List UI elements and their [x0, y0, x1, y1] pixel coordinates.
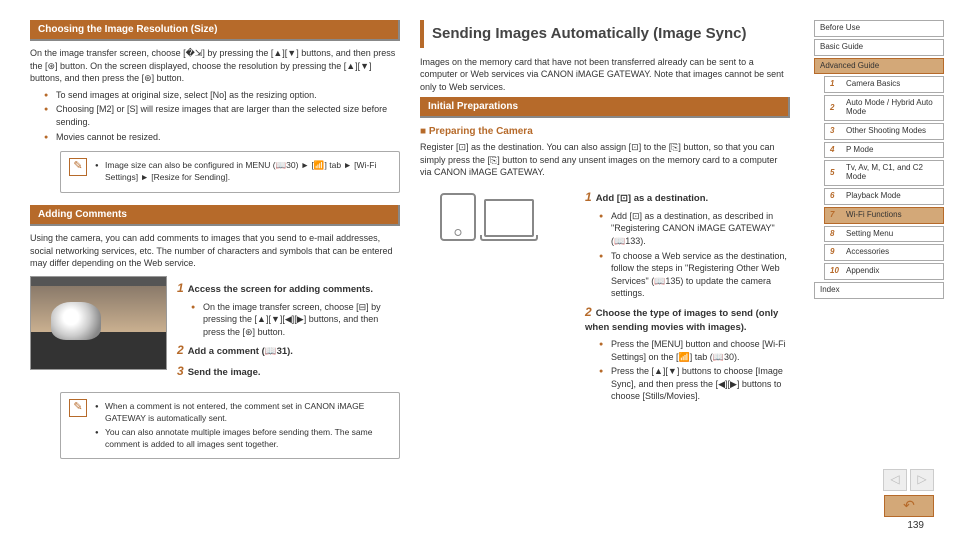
step-bullet: Add [⊡] as a destination, as described i…	[603, 210, 790, 248]
step-number: 2	[585, 305, 592, 319]
toc-sub-number: 6	[830, 192, 846, 201]
toc-sub-number: 4	[830, 146, 846, 155]
toc-item-before-use[interactable]: Before Use	[814, 20, 944, 37]
bullet: To send images at original size, select …	[48, 89, 400, 102]
toc-sub-number: 7	[830, 211, 846, 220]
step-bullet: Press the [MENU] button and choose [Wi-F…	[603, 338, 790, 363]
toc-sub-number: 9	[830, 248, 846, 257]
step-title: Add a comment (📖31).	[188, 346, 293, 357]
return-button[interactable]: ↶	[884, 495, 934, 517]
step-number: 1	[585, 190, 592, 204]
page-title: Sending Images Automatically (Image Sync…	[420, 20, 790, 48]
toc-sub-item-9[interactable]: 9Accessories	[824, 244, 944, 261]
toc-item-index[interactable]: Index	[814, 282, 944, 299]
toc-sub-label: Other Shooting Modes	[846, 127, 926, 136]
toc-sub-number: 5	[830, 169, 846, 178]
toc-sub-label: Auto Mode / Hybrid Auto Mode	[846, 99, 938, 117]
tablet-icon	[440, 193, 476, 241]
toc-sub-item-8[interactable]: 8Setting Menu	[824, 226, 944, 243]
toc-sub-label: P Mode	[846, 146, 873, 155]
toc-sub-item-1[interactable]: 1Camera Basics	[824, 76, 944, 93]
section-header-comments: Adding Comments	[30, 205, 400, 226]
paragraph: On the image transfer screen, choose [�⇲…	[30, 47, 400, 85]
paragraph: Register [⊡] as the destination. You can…	[420, 141, 790, 179]
pencil-icon: ✎	[69, 399, 87, 417]
toc-sub-label: Appendix	[846, 267, 879, 276]
toc-item-basic-guide[interactable]: Basic Guide	[814, 39, 944, 56]
toc-item-advanced-guide[interactable]: Advanced Guide	[814, 58, 944, 75]
step-title: Choose the type of images to send (only …	[585, 308, 778, 333]
sub-heading: Preparing the Camera	[420, 126, 790, 137]
step-bullet: To choose a Web service as the destinati…	[603, 250, 790, 300]
toc-sub-number: 10	[830, 267, 846, 276]
note-box: ✎ When a comment is not entered, the com…	[60, 392, 400, 460]
note-box: ✎ Image size can also be configured in M…	[60, 151, 400, 193]
toc-sub-label: Setting Menu	[846, 230, 893, 239]
note-bullet: You can also annotate multiple images be…	[95, 427, 393, 451]
section-header-initial: Initial Preparations	[420, 97, 790, 118]
toc-sub-label: Playback Mode	[846, 192, 901, 201]
toc-sub-item-6[interactable]: 6Playback Mode	[824, 188, 944, 205]
toc-sidebar: Before Use Basic Guide Advanced Guide 1C…	[814, 20, 944, 471]
pencil-icon: ✎	[69, 158, 87, 176]
step-title: Add [⊡] as a destination.	[596, 193, 708, 204]
laptop-icon	[484, 199, 534, 237]
step-number: 1	[177, 281, 184, 295]
step-bullet: Press the [▲][▼] buttons to choose [Imag…	[603, 365, 790, 403]
toc-sub-label: Camera Basics	[846, 80, 900, 89]
toc-sub-label: Wi-Fi Functions	[846, 211, 902, 220]
toc-sub-item-10[interactable]: 10Appendix	[824, 263, 944, 280]
paragraph: Using the camera, you can add comments t…	[30, 232, 400, 270]
toc-sub-number: 1	[830, 80, 846, 89]
toc-sub-item-5[interactable]: 5Tv, Av, M, C1, and C2 Mode	[824, 160, 944, 186]
step-title: Access the screen for adding comments.	[188, 284, 373, 295]
step-title: Send the image.	[188, 367, 261, 378]
toc-sub-number: 2	[830, 104, 846, 113]
note-bullet: Image size can also be configured in MEN…	[95, 160, 393, 184]
toc-sub-label: Accessories	[846, 248, 889, 257]
step-bullet: On the image transfer screen, choose [⊟]…	[195, 301, 400, 339]
bullet: Movies cannot be resized.	[48, 131, 400, 144]
section-header-resolution: Choosing the Image Resolution (Size)	[30, 20, 400, 41]
camera-screenshot	[30, 276, 167, 370]
next-page-button[interactable]: ▷	[910, 469, 934, 491]
step-number: 2	[177, 343, 184, 357]
toc-sub-item-2[interactable]: 2Auto Mode / Hybrid Auto Mode	[824, 95, 944, 121]
toc-sub-number: 3	[830, 127, 846, 136]
page-number: 139	[907, 520, 924, 531]
toc-sub-item-4[interactable]: 4P Mode	[824, 142, 944, 159]
note-bullet: When a comment is not entered, the comme…	[95, 401, 393, 425]
bullet: Choosing [M2] or [S] will resize images …	[48, 103, 400, 128]
toc-sub-number: 8	[830, 230, 846, 239]
paragraph: Images on the memory card that have not …	[420, 56, 790, 94]
toc-sub-item-7[interactable]: 7Wi-Fi Functions	[824, 207, 944, 224]
toc-sub-item-3[interactable]: 3Other Shooting Modes	[824, 123, 944, 140]
prev-page-button[interactable]: ◁	[883, 469, 907, 491]
step-number: 3	[177, 364, 184, 378]
toc-sub-label: Tv, Av, M, C1, and C2 Mode	[846, 164, 938, 182]
